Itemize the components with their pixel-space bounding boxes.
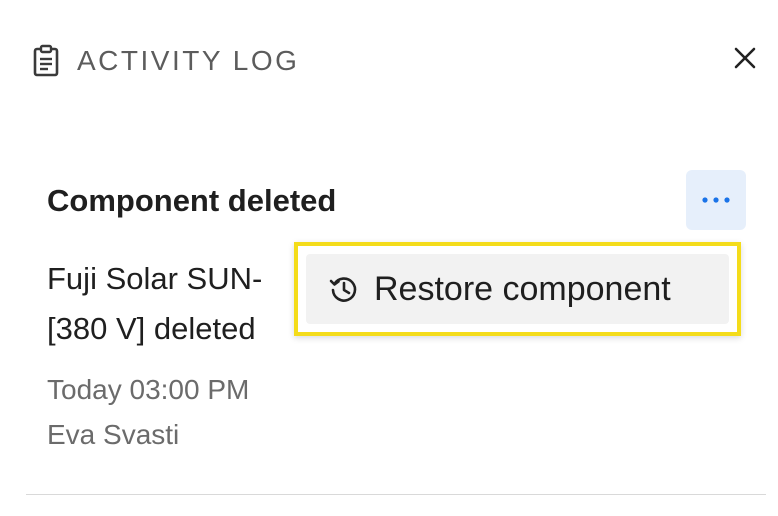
history-icon bbox=[328, 273, 360, 305]
context-menu: Restore component bbox=[294, 242, 741, 336]
clipboard-icon bbox=[31, 44, 61, 78]
divider bbox=[26, 494, 766, 495]
menu-item-label: Restore component bbox=[374, 270, 671, 308]
close-icon bbox=[733, 46, 757, 75]
entry-title: Component deleted bbox=[47, 183, 337, 218]
more-horizontal-icon bbox=[701, 191, 731, 209]
more-options-button[interactable] bbox=[686, 170, 746, 230]
activity-log-panel: ACTIVITY LOG Component deleted Fuji Sola… bbox=[0, 0, 778, 516]
panel-title: ACTIVITY LOG bbox=[77, 45, 300, 76]
close-button[interactable] bbox=[729, 44, 761, 76]
entry-user: Eva Svasti bbox=[47, 419, 180, 450]
restore-component-menu-item[interactable]: Restore component bbox=[306, 254, 729, 324]
entry-timestamp: Today 03:00 PM bbox=[47, 374, 250, 405]
